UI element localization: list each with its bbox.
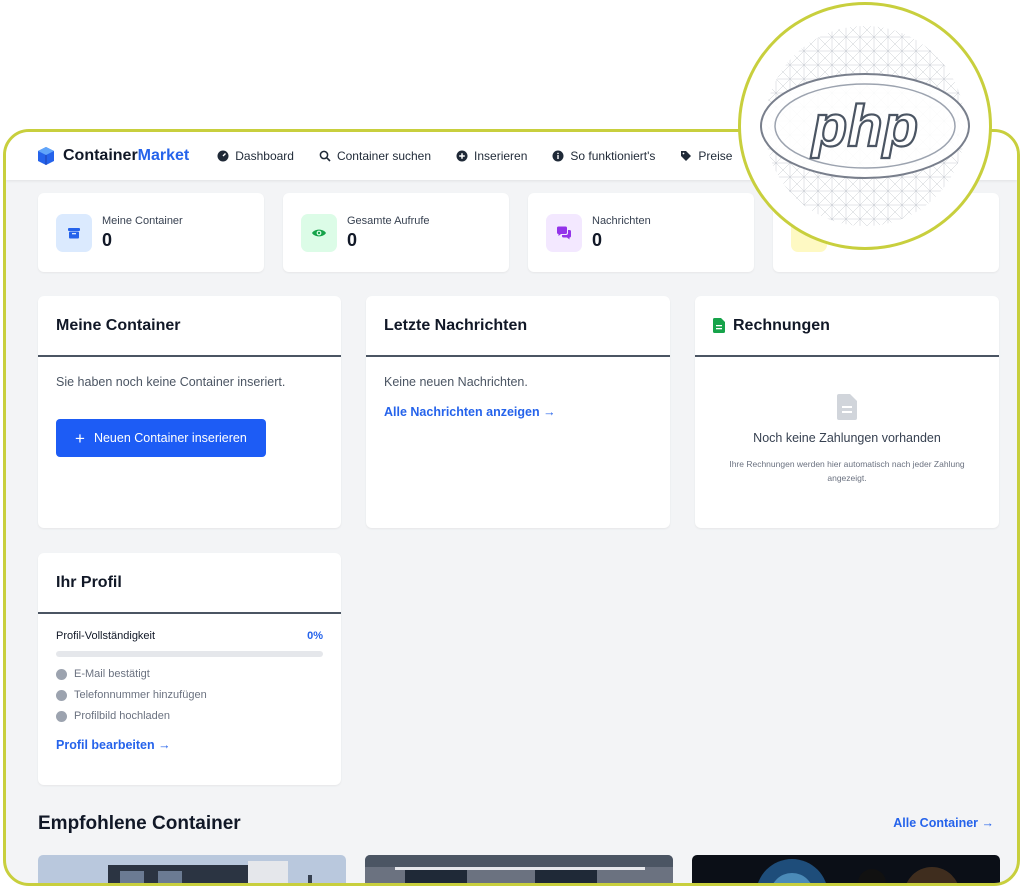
button-label: Neuen Container inserieren xyxy=(93,431,247,445)
php-logo-badge: php xyxy=(738,2,992,250)
invoice-icon xyxy=(713,318,725,333)
card-title: Meine Container xyxy=(38,296,341,357)
info-icon xyxy=(552,150,564,162)
nav-how-it-works[interactable]: So funktioniert's xyxy=(552,149,655,163)
brand-logo[interactable]: ContainerMarket xyxy=(36,146,189,166)
box-icon xyxy=(56,213,92,252)
stat-label: Gesamte Aufrufe xyxy=(347,214,430,227)
stat-value: 0 xyxy=(347,229,358,250)
new-container-button[interactable]: + Neuen Container inserieren xyxy=(56,419,266,457)
php-logo-text: php xyxy=(810,94,918,159)
stat-value: 0 xyxy=(592,229,603,250)
card-title: Rechnungen xyxy=(733,316,830,334)
edit-profile-link[interactable]: Profil bearbeiten → xyxy=(56,738,323,752)
empty-title: Noch keine Zahlungen vorhanden xyxy=(753,431,941,445)
nav-label: Inserieren xyxy=(474,149,528,163)
nav-container-search[interactable]: Container suchen xyxy=(319,149,431,163)
nav-label: So funktioniert's xyxy=(570,149,656,163)
nav-dashboard[interactable]: Dashboard xyxy=(217,149,294,163)
featured-thumbnail[interactable] xyxy=(365,855,673,883)
checklist-item: Profilbild hochladen xyxy=(56,710,323,722)
completeness-value: 0% xyxy=(307,630,323,642)
featured-thumbnail[interactable] xyxy=(692,855,1000,883)
card-title: Letzte Nachrichten xyxy=(366,296,670,357)
nav-inserieren[interactable]: Inserieren xyxy=(456,149,527,163)
featured-title: Empfohlene Container xyxy=(38,813,241,834)
plus-circle-icon xyxy=(456,150,468,162)
card-title: Ihr Profil xyxy=(38,553,341,614)
dashboard-icon xyxy=(217,150,229,162)
nav-label: Preise xyxy=(698,149,733,163)
empty-text: Keine neuen Nachrichten. xyxy=(384,375,528,389)
completeness-label: Profil-Vollständigkeit xyxy=(56,630,156,642)
nav-label: Dashboard xyxy=(235,149,294,163)
tags-icon xyxy=(681,151,692,161)
empty-text: Sie haben noch keine Container inseriert… xyxy=(56,375,286,389)
eye-icon xyxy=(301,213,337,252)
status-dot xyxy=(56,689,67,701)
stat-label: Meine Container xyxy=(102,214,183,227)
chat-icon xyxy=(546,213,582,252)
featured-thumbnail[interactable] xyxy=(38,855,346,883)
status-dot xyxy=(56,668,67,680)
php-logo: php xyxy=(760,26,970,226)
nav-prices[interactable]: Preise xyxy=(680,149,732,163)
checklist-item: E-Mail bestätigt xyxy=(56,668,323,680)
document-icon xyxy=(837,394,857,420)
brand-name: ContainerMarket xyxy=(63,147,190,164)
all-containers-link[interactable]: Alle Container → xyxy=(893,816,994,830)
stat-card-views: Gesamte Aufrufe 0 xyxy=(283,193,509,272)
plus-icon: + xyxy=(75,428,85,448)
card-header: Rechnungen xyxy=(695,296,999,357)
completeness-progress xyxy=(56,651,323,657)
checklist-item: Telefonnummer hinzufügen xyxy=(56,689,323,701)
card-my-containers: Meine Container Sie haben noch keine Con… xyxy=(38,296,341,528)
card-profile: Ihr Profil Profil-Vollständigkeit 0% E-M… xyxy=(38,553,341,785)
all-messages-link[interactable]: Alle Nachrichten anzeigen → xyxy=(384,405,652,419)
nav-label: Container suchen xyxy=(336,149,432,163)
empty-description: Ihre Rechnungen werden hier automatisch … xyxy=(729,459,965,483)
stat-label: Nachrichten xyxy=(592,214,651,227)
stat-value: 0 xyxy=(102,229,113,250)
stat-card-messages: Nachrichten 0 xyxy=(528,193,754,272)
cube-icon xyxy=(36,146,56,166)
search-icon xyxy=(319,150,331,162)
status-dot xyxy=(56,710,67,722)
stat-card-my-containers: Meine Container 0 xyxy=(38,193,264,272)
card-messages: Letzte Nachrichten Keine neuen Nachricht… xyxy=(366,296,670,528)
card-invoices: Rechnungen Noch keine Zahlungen vorhande… xyxy=(695,296,999,528)
